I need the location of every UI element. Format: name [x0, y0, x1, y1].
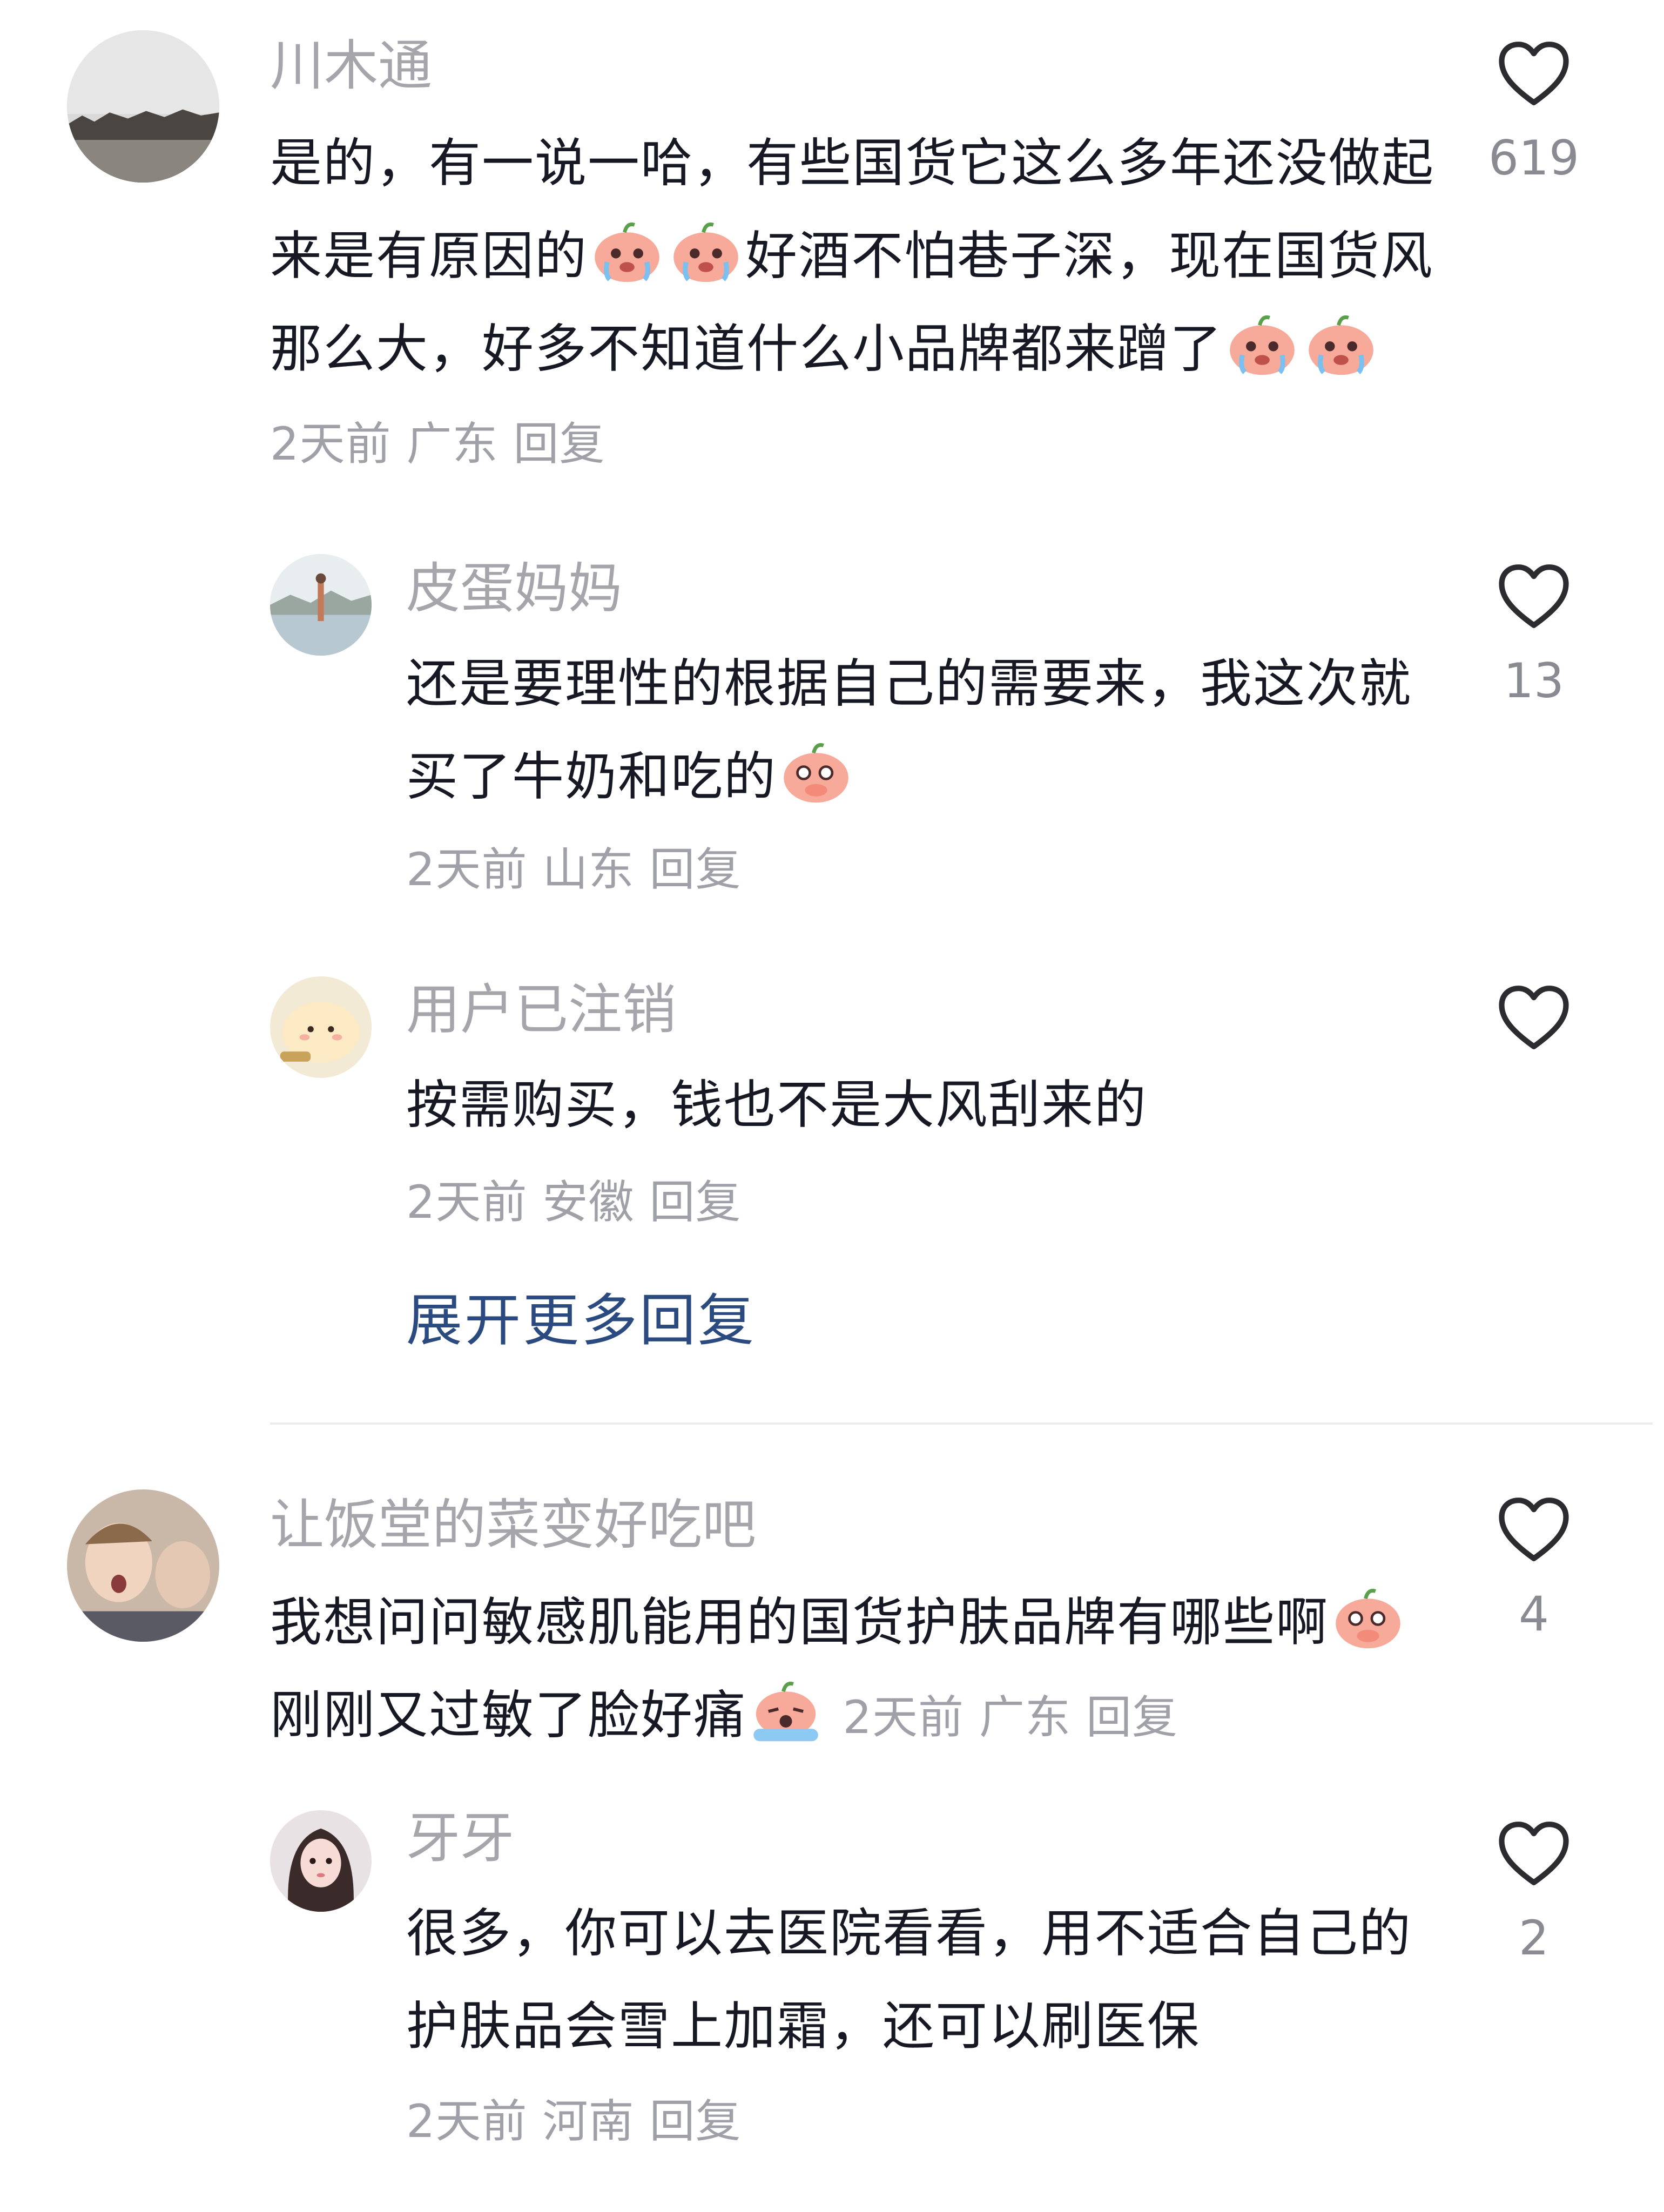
location: 广东: [979, 1691, 1071, 1744]
comment-meta: 2天前 河南 回复: [406, 2095, 756, 2148]
location: 山东: [542, 843, 635, 896]
avatar-cartoon-image: [270, 976, 372, 1078]
avatar[interactable]: [270, 1810, 372, 1912]
like-count: 619: [1488, 130, 1579, 186]
comment-meta: 2天前 广东 回复: [843, 1691, 1193, 1744]
comment-meta: 2天前 广东 回复: [270, 417, 620, 470]
comment-text: 按需购买，钱也不是大风刮来的: [406, 1058, 1432, 1151]
avatar-photo-image: [67, 1489, 219, 1642]
avatar[interactable]: [67, 1489, 219, 1642]
comment-meta: 2天前 安徽 回复: [406, 1170, 756, 1235]
shy-emoji-icon: [779, 740, 853, 805]
divider: [270, 1422, 1653, 1425]
reply-text: 按需购买，钱也不是大风刮来的: [406, 1075, 1147, 1135]
reply-button[interactable]: 回复: [1086, 1691, 1178, 1744]
username[interactable]: 用户已注销: [406, 977, 676, 1042]
like-button[interactable]: 2: [1480, 1819, 1588, 1968]
location: 河南: [542, 2095, 635, 2148]
crying-emoji-icon: [1304, 313, 1378, 377]
comment-text: 还是要理性的根据自己的需要来，我这次就买了牛奶和吃的: [406, 637, 1432, 823]
comment-text-part-b: 刚刚又过敏了脸好痛: [270, 1685, 746, 1745]
comment-text-part-a: 我想问问敏感肌能用的国货护肤品牌有哪些啊: [270, 1592, 1329, 1653]
avatar-yoga-image: [270, 554, 372, 656]
reply-text: 很多，你可以去医院看看，用不适合自己的护肤品会雪上加霜，还可以刷医保: [406, 1903, 1412, 2056]
reply-button[interactable]: 回复: [649, 843, 741, 896]
avatar[interactable]: [270, 554, 372, 656]
sobbing-emoji-icon: [749, 1679, 823, 1744]
like-count: 4: [1519, 1586, 1549, 1642]
heart-icon: [1497, 983, 1571, 1052]
timestamp: 2天前: [406, 1176, 528, 1229]
heart-icon: [1497, 562, 1571, 631]
like-button[interactable]: 4: [1480, 1495, 1588, 1644]
comment-meta: 2天前 山东 回复: [406, 837, 756, 902]
reply-button[interactable]: 回复: [649, 2095, 741, 2148]
username[interactable]: 川木通: [270, 33, 432, 98]
heart-icon: [1497, 39, 1571, 108]
like-button[interactable]: 619: [1480, 39, 1588, 188]
avatar-landscape-image: [67, 30, 219, 183]
heart-icon: [1497, 1819, 1571, 1888]
username[interactable]: 皮蛋妈妈: [406, 556, 622, 621]
like-count: 2: [1519, 1910, 1549, 1966]
comment-text: 是的，有一说一哈，有些国货它这么多年还没做起来是有原因的 好酒不怕巷子深，现在国货…: [270, 117, 1437, 490]
like-count: 13: [1504, 653, 1564, 709]
crying-emoji-icon: [590, 220, 664, 285]
username[interactable]: 让饭堂的菜变好吃吧: [270, 1493, 756, 1557]
location: 安徽: [542, 1176, 635, 1229]
reply-button[interactable]: 回复: [513, 417, 605, 470]
expand-more-replies-button[interactable]: 展开更多回复: [406, 1285, 756, 1355]
username[interactable]: 牙牙: [406, 1806, 514, 1871]
crying-emoji-icon: [1225, 313, 1299, 377]
location: 广东: [406, 417, 498, 470]
teary-emoji-icon: [1331, 1586, 1405, 1651]
avatar[interactable]: [270, 976, 372, 1078]
timestamp: 2天前: [843, 1691, 964, 1744]
timestamp: 2天前: [406, 2095, 528, 2148]
avatar-portrait-image: [270, 1810, 372, 1912]
reply-text: 还是要理性的根据自己的需要来，我这次就买了牛奶和吃的: [406, 653, 1412, 807]
comment-text: 很多，你可以去医院看看，用不适合自己的护肤品会雪上加霜，还可以刷医保 2天前 河南…: [406, 1887, 1432, 2168]
heart-icon: [1497, 1495, 1571, 1564]
timestamp: 2天前: [406, 843, 528, 896]
like-button[interactable]: 13: [1480, 562, 1588, 711]
timestamp: 2天前: [270, 417, 392, 470]
reply-button[interactable]: 回复: [649, 1176, 741, 1229]
avatar[interactable]: [67, 30, 219, 183]
like-button[interactable]: [1480, 983, 1588, 1052]
comment-text: 我想问问敏感肌能用的国货护肤品牌有哪些啊 刚刚又过敏了脸好痛 2天前 广东 回复: [270, 1576, 1437, 1764]
crying-emoji-icon: [669, 220, 743, 285]
